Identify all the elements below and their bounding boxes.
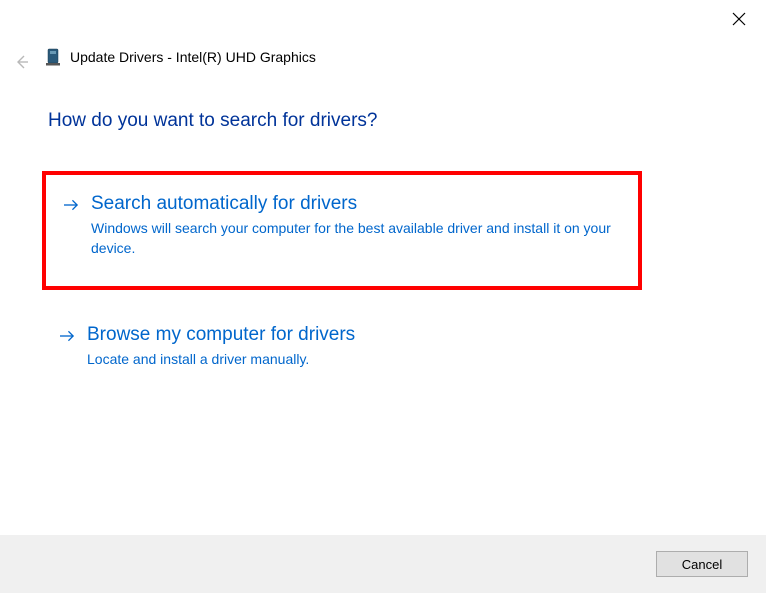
option-text-block: Browse my computer for drivers Locate an… (87, 324, 624, 370)
highlight-box: Search automatically for drivers Windows… (42, 171, 642, 290)
back-button[interactable] (14, 54, 32, 72)
cancel-button[interactable]: Cancel (656, 551, 748, 577)
option-description: Windows will search your computer for th… (91, 219, 620, 258)
dialog-title: Update Drivers - Intel(R) UHD Graphics (70, 49, 316, 65)
option-browse-computer[interactable]: Browse my computer for drivers Locate an… (60, 324, 624, 370)
option-text-block: Search automatically for drivers Windows… (91, 193, 620, 258)
option-title: Browse my computer for drivers (87, 324, 624, 346)
close-icon (732, 13, 746, 30)
option-description: Locate and install a driver manually. (87, 350, 624, 370)
dialog-footer: Cancel (0, 535, 766, 593)
option-title: Search automatically for drivers (91, 193, 620, 215)
page-heading: How do you want to search for drivers? (48, 110, 378, 132)
close-button[interactable] (732, 12, 748, 28)
option-search-automatically[interactable]: Search automatically for drivers Windows… (64, 193, 620, 258)
display-adapter-icon (46, 48, 60, 66)
arrow-right-icon (64, 198, 79, 212)
dialog-header: Update Drivers - Intel(R) UHD Graphics (46, 48, 316, 66)
arrow-right-icon (60, 329, 75, 343)
arrow-left-icon (14, 57, 30, 74)
